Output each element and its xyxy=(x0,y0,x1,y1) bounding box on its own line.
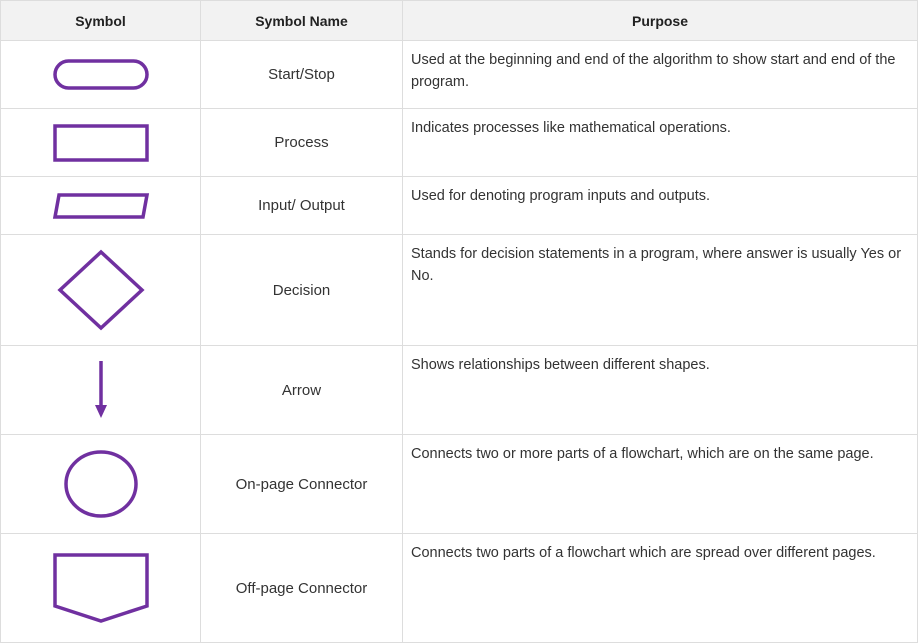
table-row: Start/Stop Used at the beginning and end… xyxy=(0,40,918,109)
diamond-icon xyxy=(56,249,145,331)
table-row: Input/ Output Used for denoting program … xyxy=(0,176,918,235)
symbol-purpose: Used at the beginning and end of the alg… xyxy=(402,40,918,109)
arrow-down-icon xyxy=(94,361,107,418)
rectangle-icon xyxy=(52,123,149,162)
symbol-purpose: Connects two or more parts of a flowchar… xyxy=(402,434,918,534)
flowchart-symbols-table: Symbol Symbol Name Purpose Start/Stop Us… xyxy=(0,0,918,643)
table-row: Decision Stands for decision statements … xyxy=(0,234,918,346)
symbol-cell xyxy=(0,176,201,235)
symbol-name: Arrow xyxy=(200,345,403,435)
symbol-purpose: Used for denoting program inputs and out… xyxy=(402,176,918,235)
symbol-cell xyxy=(0,434,201,534)
table-row: Arrow Shows relationships between differ… xyxy=(0,345,918,435)
symbol-cell xyxy=(0,108,201,177)
header-symbol: Symbol xyxy=(0,0,201,41)
symbol-purpose: Connects two parts of a flowchart which … xyxy=(402,533,918,643)
symbol-cell xyxy=(0,40,201,109)
parallelogram-icon xyxy=(52,192,149,219)
rounded-rectangle-icon xyxy=(52,58,149,90)
symbol-name: Off-page Connector xyxy=(200,533,403,643)
symbol-cell xyxy=(0,345,201,435)
header-purpose: Purpose xyxy=(402,0,918,41)
symbol-purpose: Indicates processes like mathematical op… xyxy=(402,108,918,177)
symbol-name: On-page Connector xyxy=(200,434,403,534)
symbol-purpose: Stands for decision statements in a prog… xyxy=(402,234,918,346)
symbol-name: Process xyxy=(200,108,403,177)
symbol-name: Start/Stop xyxy=(200,40,403,109)
pentagon-connector-icon xyxy=(52,553,149,623)
table-header-row: Symbol Symbol Name Purpose xyxy=(0,0,918,41)
table-row: Off-page Connector Connects two parts of… xyxy=(0,533,918,643)
table-row: Process Indicates processes like mathema… xyxy=(0,108,918,177)
symbol-name: Decision xyxy=(200,234,403,346)
circle-icon xyxy=(63,450,138,518)
symbol-cell xyxy=(0,533,201,643)
symbol-purpose: Shows relationships between different sh… xyxy=(402,345,918,435)
header-symbol-name: Symbol Name xyxy=(200,0,403,41)
table-row: On-page Connector Connects two or more p… xyxy=(0,434,918,534)
symbol-cell xyxy=(0,234,201,346)
symbol-name: Input/ Output xyxy=(200,176,403,235)
